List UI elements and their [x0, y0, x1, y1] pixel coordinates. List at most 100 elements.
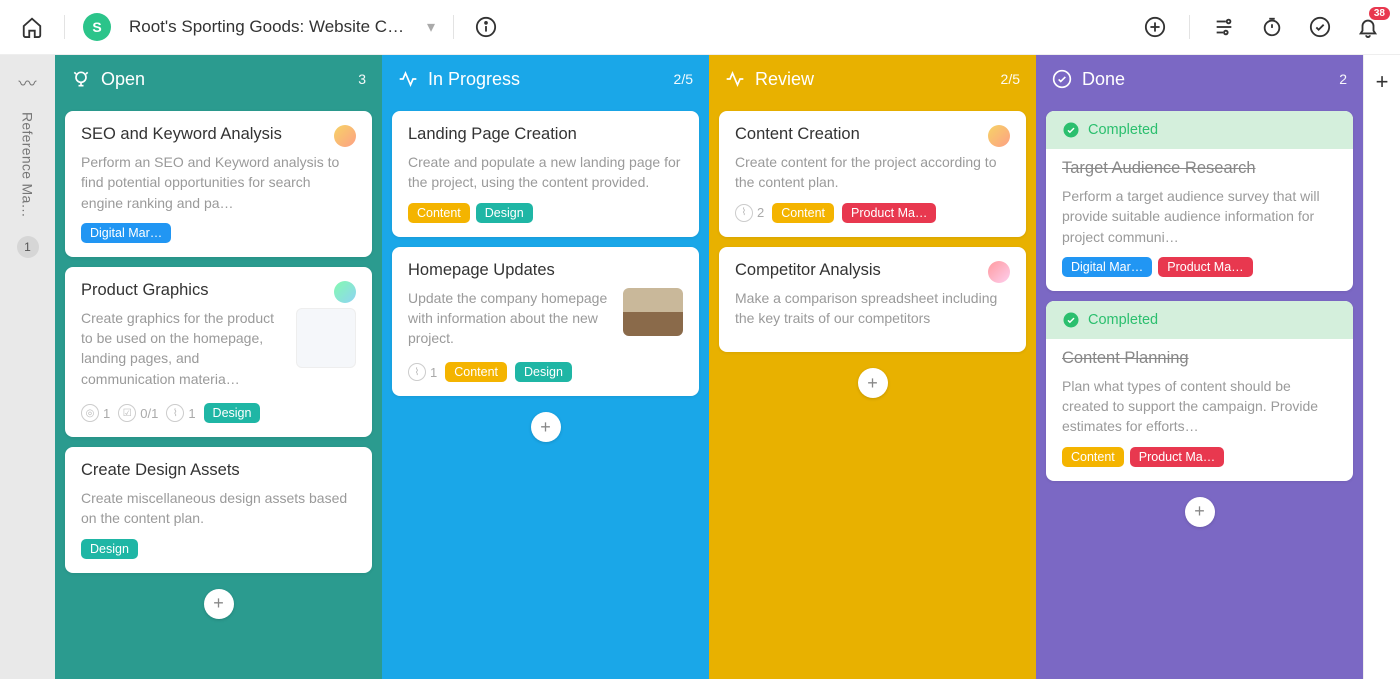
collapsed-side-panel[interactable]: 〰 Reference Ma… 1 [0, 55, 55, 679]
card-description: Plan what types of content should be cre… [1062, 376, 1337, 437]
card-description: Update the company homepage with informa… [408, 288, 613, 349]
attachment-icon: ⌇ [166, 404, 184, 422]
card-content-planning[interactable]: Completed Content Planning Plan what typ… [1046, 301, 1353, 481]
info-button[interactable] [472, 13, 500, 41]
card-design-assets[interactable]: Create Design Assets Create miscellaneou… [65, 447, 372, 573]
tag-content[interactable]: Content [408, 203, 470, 223]
completed-label: Completed [1088, 122, 1158, 138]
tag-product-management[interactable]: Product Ma… [1158, 257, 1252, 277]
pulse-icon: 〰 [19, 70, 37, 96]
card-title: Competitor Analysis [735, 261, 982, 280]
column-header-review[interactable]: Review 2/5 [709, 55, 1036, 103]
card-description: Make a comparison spreadsheet including … [735, 288, 1010, 329]
column-count: 2/5 [1001, 71, 1020, 87]
top-bar-left: S Root's Sporting Goods: Website Cre… ▾ [18, 13, 500, 41]
attachment-icon: ⌇ [408, 363, 426, 381]
card-title: Content Planning [1062, 349, 1337, 368]
workspace-logo[interactable]: S [83, 13, 111, 41]
column-count: 2 [1339, 71, 1347, 87]
chevron-down-icon[interactable]: ▾ [427, 17, 435, 37]
home-icon [21, 16, 43, 38]
tag-product-management[interactable]: Product Ma… [842, 203, 936, 223]
assignee-avatar[interactable] [334, 281, 356, 303]
workflow-button[interactable] [1210, 13, 1238, 41]
info-icon [475, 16, 497, 38]
notification-count-badge: 38 [1369, 7, 1390, 20]
card-title: Product Graphics [81, 281, 328, 300]
card-homepage-updates[interactable]: Homepage Updates Update the company home… [392, 247, 699, 397]
tag-product-management[interactable]: Product Ma… [1130, 447, 1224, 467]
column-header-progress[interactable]: In Progress 2/5 [382, 55, 709, 103]
add-card-button-done[interactable]: + [1185, 497, 1215, 527]
tag-digital-marketing[interactable]: Digital Mar… [81, 223, 171, 243]
tag-design[interactable]: Design [81, 539, 138, 559]
tag-design[interactable]: Design [476, 203, 533, 223]
attachment-count: 2 [757, 205, 764, 220]
approvals-button[interactable] [1306, 13, 1334, 41]
assignee-avatar[interactable] [988, 125, 1010, 147]
workflow-icon [1213, 16, 1235, 38]
main-area: 〰 Reference Ma… 1 Open 3 SEO and Keyword… [0, 55, 1400, 679]
top-bar: S Root's Sporting Goods: Website Cre… ▾ … [0, 0, 1400, 55]
card-seo[interactable]: SEO and Keyword Analysis Perform an SEO … [65, 111, 372, 257]
kanban-board: Open 3 SEO and Keyword Analysis Perform … [55, 55, 1400, 679]
check-circle-icon [1052, 69, 1072, 89]
card-thumbnail[interactable] [296, 308, 356, 368]
card-tags: Digital Mar… [81, 223, 356, 243]
divider [64, 15, 65, 39]
card-target-audience[interactable]: Completed Target Audience Research Perfo… [1046, 111, 1353, 291]
card-landing-page[interactable]: Landing Page Creation Create and populat… [392, 111, 699, 237]
card-title: Landing Page Creation [408, 125, 683, 144]
side-panel-count: 1 [17, 236, 39, 258]
column-title: Done [1082, 69, 1125, 90]
column-body-open: SEO and Keyword Analysis Perform an SEO … [55, 103, 382, 679]
subtask-count: 1 [103, 406, 110, 421]
card-product-graphics[interactable]: Product Graphics Create graphics for the… [65, 267, 372, 437]
tag-content[interactable]: Content [1062, 447, 1124, 467]
tag-design[interactable]: Design [204, 403, 261, 423]
tag-digital-marketing[interactable]: Digital Mar… [1062, 257, 1152, 277]
column-title: Open [101, 69, 145, 90]
add-card-button-review[interactable]: + [858, 368, 888, 398]
divider [1189, 15, 1190, 39]
card-description: Create and populate a new landing page f… [408, 152, 683, 193]
card-content-creation[interactable]: Content Creation Create content for the … [719, 111, 1026, 237]
column-header-done[interactable]: Done 2 [1036, 55, 1363, 103]
check-circle-icon [1309, 16, 1331, 38]
column-header-open[interactable]: Open 3 [55, 55, 382, 103]
assignee-avatar[interactable] [988, 261, 1010, 283]
column-body-review: Content Creation Create content for the … [709, 103, 1036, 679]
column-count: 2/5 [674, 71, 693, 87]
divider [453, 15, 454, 39]
card-title: Create Design Assets [81, 461, 356, 480]
check-filled-icon [1062, 311, 1080, 329]
card-title: Homepage Updates [408, 261, 683, 280]
checklist-icon: ☑ [118, 404, 136, 422]
board-title[interactable]: Root's Sporting Goods: Website Cre… [129, 17, 409, 37]
card-meta: ⌇1 Content Design [408, 362, 683, 382]
notifications-button[interactable]: 38 [1354, 13, 1382, 41]
card-competitor-analysis[interactable]: Competitor Analysis Make a comparison sp… [719, 247, 1026, 353]
card-title: Content Creation [735, 125, 982, 144]
attachment-count: 1 [188, 406, 195, 421]
card-meta: ◎1 ☑0/1 ⌇1 Design [81, 403, 356, 423]
tag-design[interactable]: Design [515, 362, 572, 382]
tag-content[interactable]: Content [445, 362, 507, 382]
column-body-progress: Landing Page Creation Create and populat… [382, 103, 709, 679]
add-card-button-progress[interactable]: + [531, 412, 561, 442]
column-open: Open 3 SEO and Keyword Analysis Perform … [55, 55, 382, 679]
tag-content[interactable]: Content [772, 203, 834, 223]
card-description: Perform an SEO and Keyword analysis to f… [81, 152, 356, 213]
add-card-button-open[interactable]: + [204, 589, 234, 619]
add-button[interactable] [1141, 13, 1169, 41]
card-thumbnail[interactable] [623, 288, 683, 336]
assignee-avatar[interactable] [334, 125, 356, 147]
checklist-count: 0/1 [140, 406, 158, 421]
column-count: 3 [358, 71, 366, 87]
top-bar-right: 38 [1141, 13, 1382, 41]
add-column-button[interactable]: + [1363, 55, 1400, 679]
home-button[interactable] [18, 13, 46, 41]
column-review: Review 2/5 Content Creation Create conte… [709, 55, 1036, 679]
lightbulb-icon [71, 69, 91, 89]
timer-button[interactable] [1258, 13, 1286, 41]
